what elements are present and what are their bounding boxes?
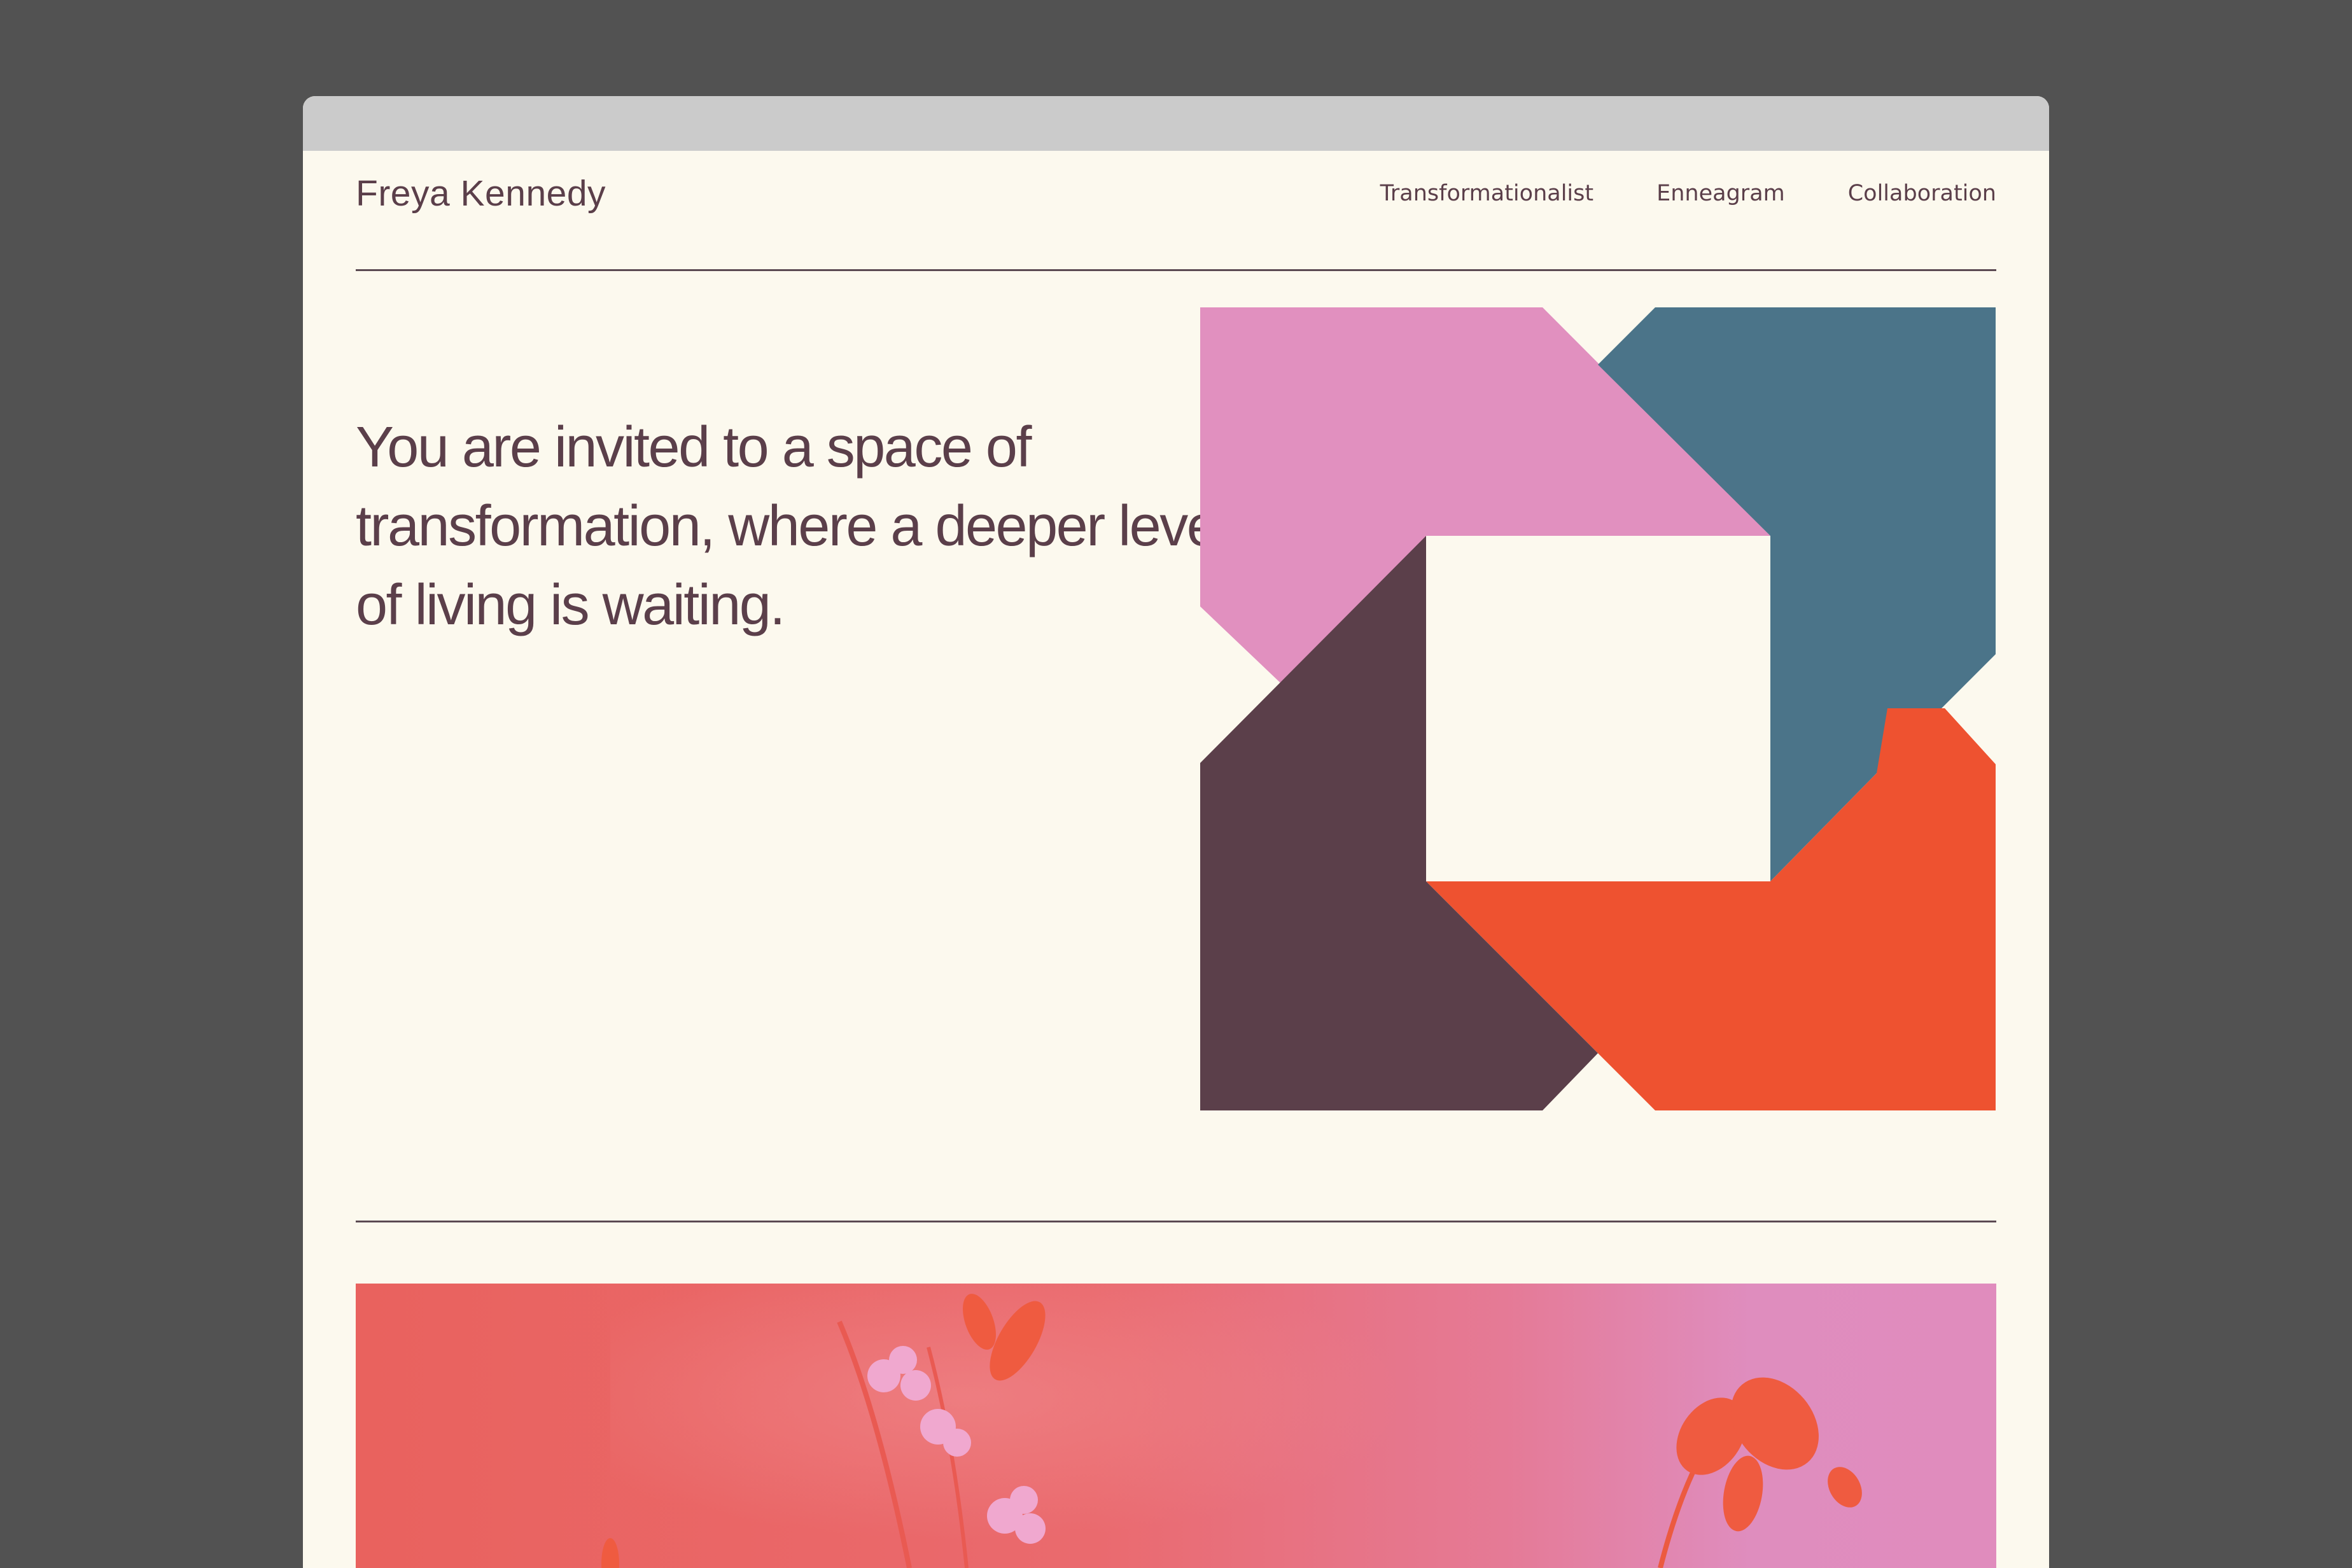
hero-geometric-graphic bbox=[1200, 307, 1996, 1110]
nav-item-collaboration[interactable]: Collaboration bbox=[1848, 181, 1996, 206]
browser-titlebar bbox=[303, 96, 2049, 151]
main-nav: Transformationalist Enneagram Collaborat… bbox=[1380, 181, 1996, 206]
header-divider bbox=[356, 269, 1996, 271]
site-logo[interactable]: Freya Kennedy bbox=[356, 172, 606, 214]
flower-photo bbox=[356, 1284, 1996, 1568]
hero-headline: You are invited to a space of transforma… bbox=[356, 416, 1229, 637]
section-divider bbox=[356, 1221, 1996, 1222]
nav-item-transformationalist[interactable]: Transformationalist bbox=[1380, 181, 1593, 206]
browser-window: Freya Kennedy Transformationalist Enneag… bbox=[303, 96, 2049, 1568]
nav-item-enneagram[interactable]: Enneagram bbox=[1656, 181, 1785, 206]
